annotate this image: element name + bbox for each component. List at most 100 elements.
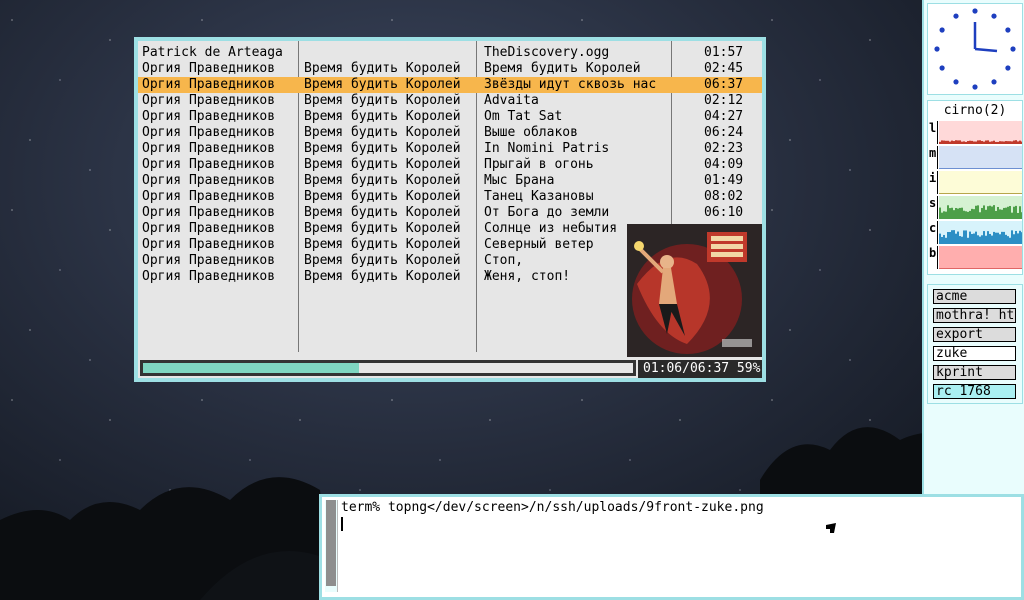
duration-cell: 06:10 [704,205,744,220]
album-cell: Время будить Королей [304,269,461,284]
duration-cell: 02:12 [704,93,744,108]
playlist-row[interactable]: Оргия Праведников Время будить Королей Звё… [138,77,762,93]
scrollbar-thumb[interactable] [326,500,336,586]
text-caret [341,517,343,531]
artist-cell: Оргия Праведников [142,221,276,236]
clock-hour-dot [1005,27,1011,33]
artist-cell: Оргия Праведников [142,125,276,140]
window-button[interactable]: mothra! ht [933,308,1016,323]
terminal-scrollbar[interactable] [325,500,338,592]
duration-cell: 06:24 [704,125,744,140]
album-cell: Время будить Королей [304,93,461,108]
title-cell: Северный ветер [484,237,594,252]
playlist-row[interactable]: Оргия Праведников Время будить Королей Om … [138,109,762,125]
stat-label: c [928,221,938,244]
album-cell: Время будить Королей [304,141,461,156]
window-button[interactable]: acme [933,289,1016,304]
window-button[interactable]: rc 1768 [933,384,1016,399]
stat-graph-area [939,121,1023,144]
clock-hand [974,47,998,53]
title-cell: Время будить Королей [484,61,641,76]
title-cell: Выше облаков [484,125,578,140]
playlist-row[interactable]: Оргия Праведников Время будить Королей Вре… [138,61,762,77]
stats-widget: cirno(2) lmiscb [927,100,1023,275]
title-cell: Прыгай в огонь [484,157,594,172]
duration-cell: 02:23 [704,141,744,156]
stat-graph-area [939,246,1023,269]
progress-fill [143,363,359,373]
title-cell: Женя, стоп! [484,269,571,284]
clock-hour-dot [1010,46,1016,52]
stat-label: s [928,196,938,219]
artist-cell: Оргия Праведников [142,269,276,284]
title-cell: Звёзды идут сквозь нас [484,77,657,92]
album-cell: Время будить Королей [304,77,461,92]
album-cover [627,224,762,357]
playlist-row[interactable]: Оргия Праведников Время будить Королей Adv… [138,93,762,109]
stat-graph-i: i [928,171,1023,194]
duration-cell: 01:57 [704,45,744,60]
title-cell: Стоп, [484,253,524,268]
artist-cell: Оргия Праведников [142,237,276,252]
album-cell: Время будить Королей [304,221,461,236]
stats-title: cirno(2) [943,103,1007,118]
playlist-row[interactable]: Оргия Праведников Время будить Королей От … [138,205,762,221]
stat-graph-l: l [928,121,1023,144]
playlist-row[interactable]: Оргия Праведников Время будить Королей Выш… [138,125,762,141]
album-cell: Время будить Королей [304,61,461,76]
stat-graph-c: c [928,221,1023,244]
artist-cell: Оргия Праведников [142,61,276,76]
stat-label: m [928,146,938,169]
window-button[interactable]: kprint [933,365,1016,380]
playlist-row[interactable]: Оргия Праведников Время будить Королей Тан… [138,189,762,205]
playback-progress-bar[interactable] [140,360,636,376]
clock-face-icon [934,8,1016,90]
title-cell: Танец Казановы [484,189,594,204]
album-cell: Время будить Королей [304,189,461,204]
album-cell: Время будить Королей [304,253,461,268]
title-cell: От Бога до земли [484,205,610,220]
duration-cell: 04:27 [704,109,744,124]
clock-hour-dot [953,79,959,85]
artist-cell: Оргия Праведников [142,253,276,268]
stat-graph-m: m [928,146,1023,169]
artist-cell: Оргия Праведников [142,157,276,172]
album-cell: Время будить Королей [304,173,461,188]
playlist-row[interactable]: Patrick de Arteaga TheDiscovery.ogg 01:57 [138,45,762,61]
terminal-window[interactable]: term% topng</dev/screen>/n/ssh/uploads/9… [319,494,1024,600]
window-button[interactable]: zuke [933,346,1016,361]
stat-graph-area [939,221,1023,244]
duration-cell: 04:09 [704,157,744,172]
artist-cell: Оргия Праведников [142,109,276,124]
artist-cell: Оргия Праведников [142,173,276,188]
stat-graph-area [939,196,1023,219]
playlist-row[interactable]: Оргия Праведников Время будить Королей In … [138,141,762,157]
clock-hour-dot [953,13,959,19]
artist-cell: Оргия Праведников [142,77,276,92]
title-cell: Om Tat Sat [484,109,563,124]
clock-hour-dot [939,65,945,71]
playlist-row[interactable]: Оргия Праведников Время будить Королей Мыс… [138,173,762,189]
title-cell: In Nomini Patris [484,141,610,156]
terminal-command-line: term% topng</dev/screen>/n/ssh/uploads/9… [341,500,764,515]
mouse-cursor-icon [822,523,836,537]
stat-graph-s: s [928,196,1023,219]
title-cell: Мыс Брана [484,173,555,188]
album-cell: Время будить Королей [304,157,461,172]
artist-cell: Оргия Праведников [142,189,276,204]
stat-label: i [928,171,938,194]
artist-cell: Patrick de Arteaga [142,45,283,60]
artist-cell: Оргия Праведников [142,141,276,156]
time-display: 01:06/06:37 59% [638,360,762,378]
stat-label: b [928,246,938,269]
window-button[interactable]: export [933,327,1016,342]
stat-label: l [928,121,938,144]
playlist-row[interactable]: Оргия Праведников Время будить Королей Пры… [138,157,762,173]
title-cell: Солнце из небытия [484,221,618,236]
album-cell: Время будить Королей [304,205,461,220]
title-cell: TheDiscovery.ogg [484,45,610,60]
album-cell: Время будить Королей [304,125,461,140]
album-cell: Время будить Королей [304,109,461,124]
clock-widget [927,3,1023,95]
clock-hour-dot [972,8,978,14]
